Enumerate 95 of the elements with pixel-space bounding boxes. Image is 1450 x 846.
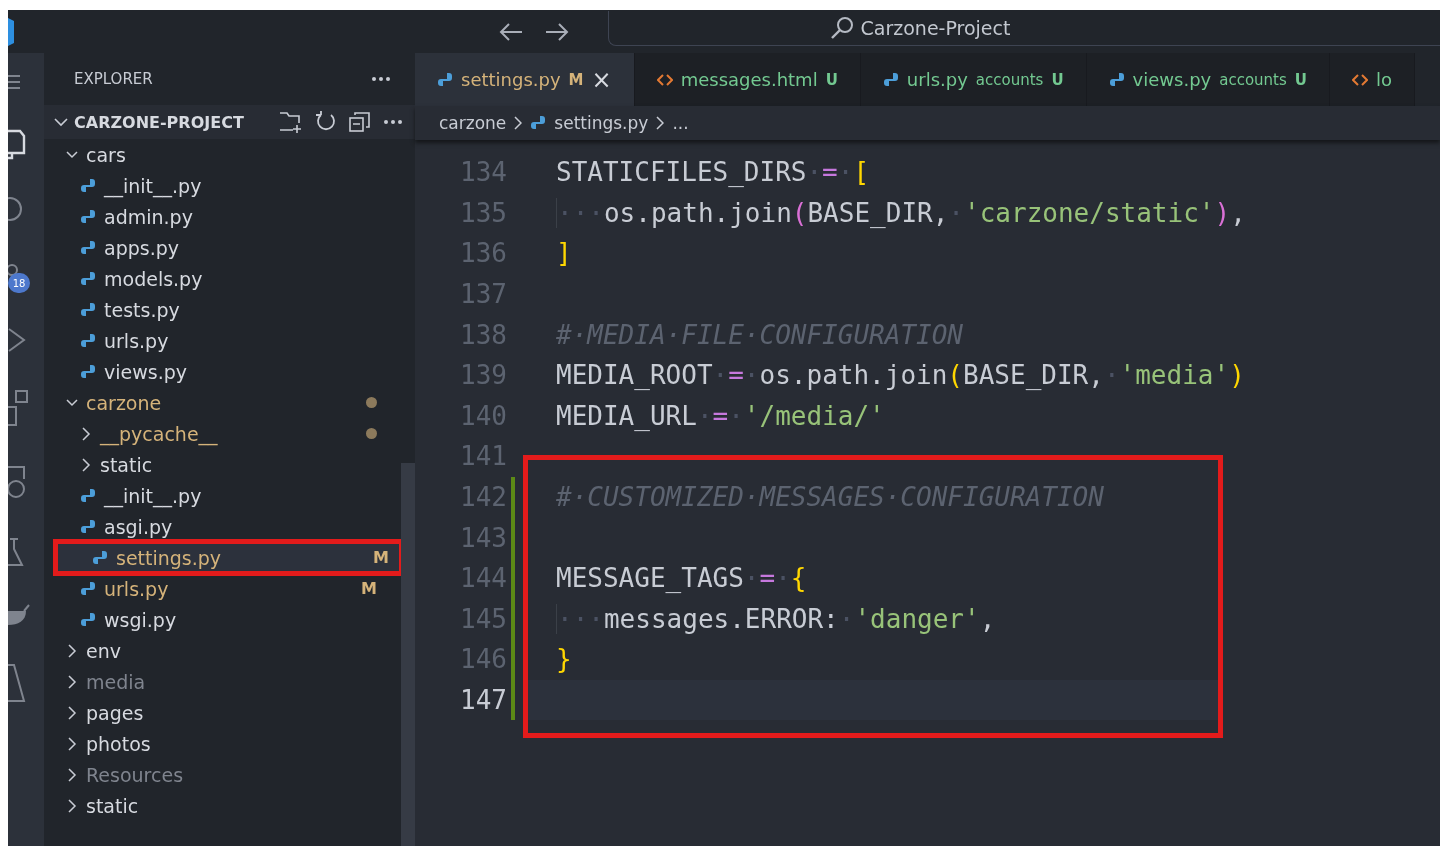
python-file-icon — [80, 580, 96, 597]
tree-item[interactable]: pages — [44, 697, 401, 728]
tree-item[interactable]: wsgi.py — [44, 604, 401, 635]
tree-item[interactable]: photos — [44, 728, 401, 759]
code-brackets-icon — [1352, 72, 1368, 87]
code-line: MESSAGE_TAGS·=·{ — [556, 563, 807, 594]
tree-item[interactable]: settings.py M — [56, 542, 401, 573]
editor-tab[interactable]: urls.py accounts U — [860, 53, 1087, 106]
tree-item[interactable]: models.py — [44, 263, 401, 294]
forward-arrow-icon[interactable] — [544, 21, 570, 42]
python-file-icon — [80, 487, 96, 504]
line-number: 141 — [459, 441, 507, 472]
python-file-icon — [80, 208, 96, 225]
editor-tab[interactable]: messages.html U — [634, 53, 861, 106]
code-line: STATICFILES_DIRS·=·[ — [556, 157, 870, 188]
editor-tab[interactable]: settings.py M × — [415, 53, 635, 106]
chevron-icon[interactable] — [54, 117, 68, 127]
python-file-icon — [80, 518, 96, 535]
line-number: 139 — [459, 360, 507, 391]
tree-item[interactable]: asgi.py — [44, 511, 401, 542]
collapse-all-icon[interactable] — [349, 111, 371, 133]
tree-item[interactable]: apps.py — [44, 232, 401, 263]
refresh-icon[interactable] — [315, 111, 337, 133]
code-line: ] — [556, 238, 572, 269]
explorer-title: EXPLORER — [74, 70, 153, 88]
menu-icon[interactable] — [8, 73, 22, 91]
python-file-icon — [92, 549, 108, 566]
python-file-icon — [80, 177, 96, 194]
python-file-icon — [80, 363, 96, 380]
breadcrumb-item[interactable]: carzone — [439, 113, 507, 133]
code-brackets-icon — [656, 72, 673, 87]
line-number: 144 — [459, 563, 507, 594]
command-search-field[interactable]: Carzone-Project — [608, 11, 1440, 46]
line-number: 134 — [459, 157, 507, 188]
chevron-icon — [656, 116, 665, 130]
code-line: #·CUSTOMIZED·MESSAGES·CONFIGURATION — [556, 482, 1104, 513]
close-button[interactable]: × — [591, 65, 612, 94]
line-number: 135 — [459, 197, 507, 228]
line-number: 146 — [459, 644, 507, 675]
tree-item[interactable]: urls.py M — [44, 573, 401, 604]
python-file-icon — [80, 611, 96, 628]
breadcrumb-item[interactable]: settings.py — [554, 113, 649, 133]
git-status-label: M — [373, 548, 389, 567]
line-number: 140 — [459, 400, 507, 431]
tree-item[interactable]: tests.py — [44, 294, 401, 325]
python-file-icon — [80, 332, 96, 349]
tree-item[interactable]: cars — [44, 139, 401, 170]
notification-badge: 18 — [8, 273, 30, 293]
breadcrumb-item[interactable]: ... — [672, 113, 689, 133]
new-folder-icon[interactable] — [279, 111, 303, 133]
code-line: } — [556, 644, 572, 675]
tree-item[interactable]: carzone — [44, 387, 401, 418]
run-icon[interactable] — [8, 327, 26, 353]
tree-item[interactable]: Resources — [44, 759, 401, 790]
code-line: ···messages.ERROR:·'danger', — [556, 603, 996, 634]
git-status-label: M — [361, 579, 377, 598]
python-file-icon — [80, 239, 96, 256]
files-icon[interactable] — [8, 127, 26, 161]
line-number: 147 — [459, 685, 507, 715]
python-file-icon — [80, 270, 96, 287]
code-line: MEDIA_ROOT·=·os.path.join(BASE_DIR,·'media') — [556, 360, 1245, 391]
tree-item[interactable]: env — [44, 635, 401, 666]
tree-item[interactable]: __pycache__ — [44, 418, 401, 449]
tree-item[interactable]: urls.py — [44, 325, 401, 356]
more-icon[interactable] — [371, 76, 391, 82]
code-line: #·MEDIA·FILE·CONFIGURATION — [556, 319, 963, 350]
editor-tab[interactable]: views.py accounts U — [1086, 53, 1330, 106]
tree-item[interactable]: __init__.py — [44, 170, 401, 201]
tree-item[interactable]: __init__.py — [44, 480, 401, 511]
tree-item[interactable]: static — [44, 790, 401, 821]
app-logo-icon — [8, 17, 14, 46]
extensions-icon[interactable] — [8, 389, 28, 429]
editor-tab[interactable]: lo — [1330, 53, 1415, 106]
python-file-icon — [80, 301, 96, 318]
line-number: 142 — [459, 482, 507, 513]
flask-icon[interactable] — [8, 537, 26, 567]
line-number: 145 — [459, 603, 507, 634]
tree-item[interactable]: media — [44, 666, 401, 697]
tree-item[interactable]: static — [44, 449, 401, 480]
python-file-icon — [882, 71, 899, 88]
code-line: MEDIA_URL·=·'/media/' — [556, 400, 885, 431]
scrollbar[interactable] — [401, 463, 415, 846]
line-number: 137 — [459, 279, 507, 310]
chevron-icon — [514, 116, 523, 130]
python-file-icon — [1108, 71, 1125, 88]
python-file-icon — [530, 115, 547, 131]
tree-item[interactable]: admin.py — [44, 201, 401, 232]
line-number: 138 — [459, 319, 507, 350]
line-number: 143 — [459, 522, 507, 553]
python-file-icon — [437, 71, 453, 88]
line-number: 136 — [459, 238, 507, 269]
back-arrow-icon[interactable] — [498, 21, 524, 42]
code-line: ···os.path.join(BASE_DIR,·'carzone/static'), — [556, 197, 1246, 228]
tree-item[interactable]: views.py — [44, 356, 401, 387]
more-icon[interactable] — [383, 119, 403, 125]
